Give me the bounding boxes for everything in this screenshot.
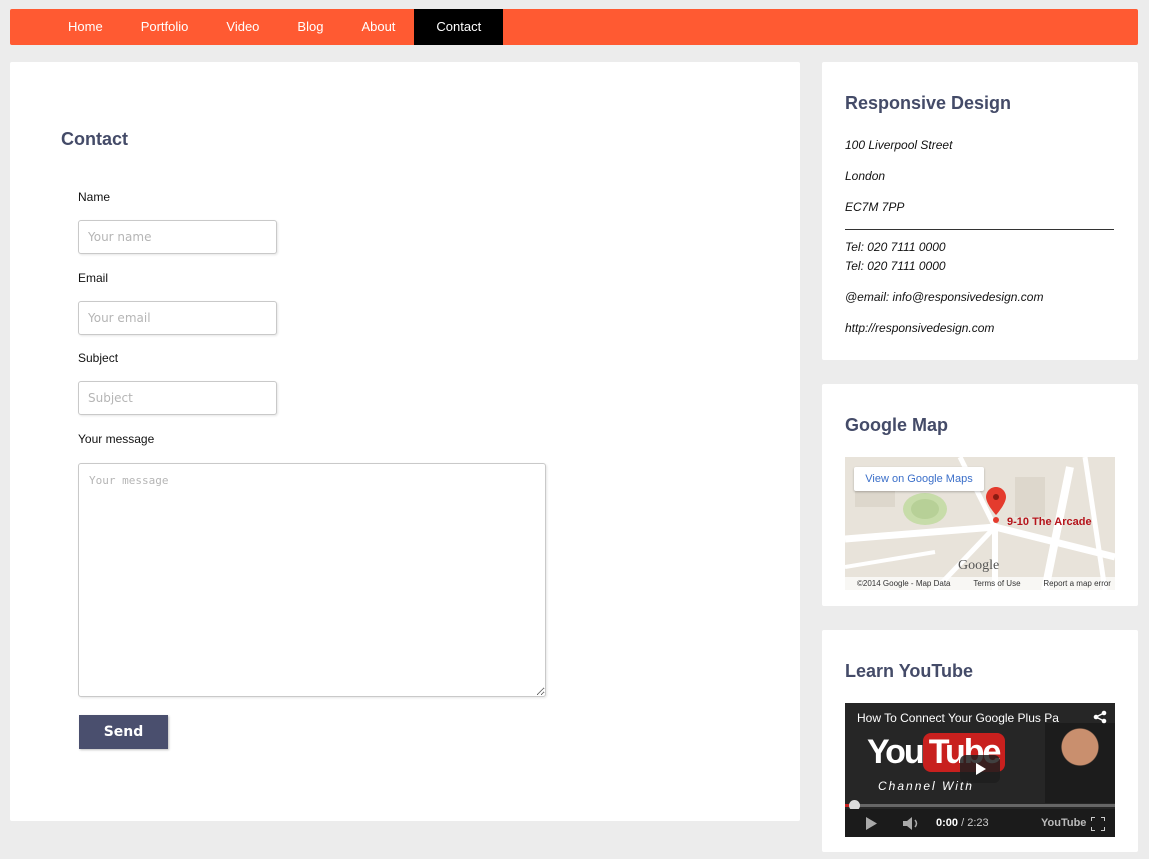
subject-input[interactable] [78, 381, 277, 415]
send-button[interactable]: Send [79, 715, 168, 749]
postcode: EC7M 7PP [845, 200, 905, 214]
video-time: 0:00 / 2:23 [936, 809, 989, 837]
view-on-google-maps-link[interactable]: View on Google Maps [854, 467, 984, 491]
video-title[interactable]: How To Connect Your Google Plus Pa [857, 711, 1085, 725]
telephone-1: Tel: 020 7111 0000 [845, 240, 946, 254]
contact-card: Contact Name Email Subject Your message … [10, 62, 800, 821]
google-map-title: Google Map [845, 415, 948, 435]
map-pin-label: 9-10 The Arcade [1007, 516, 1092, 528]
contact-title: Contact [61, 129, 128, 149]
responsive-design-card: Responsive Design 100 Liverpool Street L… [822, 62, 1138, 360]
nav-item-about[interactable]: About [342, 9, 414, 45]
email-input[interactable] [78, 301, 277, 335]
fullscreen-icon[interactable] [1091, 817, 1105, 831]
youtube-card: Learn YouTube You Tube Channel With How T… [822, 630, 1138, 852]
share-icon[interactable] [1093, 710, 1107, 724]
nav-item-contact[interactable]: Contact [414, 9, 504, 45]
volume-icon[interactable] [903, 817, 921, 830]
telephone-2: Tel: 020 7111 0000 [845, 259, 946, 273]
learn-youtube-title: Learn YouTube [845, 661, 974, 681]
youtube-video-embed[interactable]: You Tube Channel With How To Connect Your… [845, 703, 1115, 837]
youtube-brand-link[interactable]: YouTube [1041, 809, 1086, 837]
video-total-time: / 2:23 [961, 817, 989, 829]
responsive-design-title: Responsive Design [845, 93, 1012, 113]
video-play-button[interactable] [960, 755, 1000, 783]
map-terms-link[interactable]: Terms of Use [973, 577, 1020, 590]
nav-item-home[interactable]: Home [49, 9, 122, 45]
message-label: Your message [78, 432, 155, 446]
map-copyright: ©2014 Google - Map Data [857, 579, 951, 588]
name-input[interactable] [78, 220, 277, 254]
video-channel-text: Channel With [878, 779, 974, 793]
subject-label: Subject [78, 351, 119, 365]
google-map-card: Google Map View on Google Maps 9-10 The … [822, 384, 1138, 606]
address-line-2: London [845, 169, 886, 183]
nav-item-video[interactable]: Video [207, 9, 278, 45]
play-icon[interactable] [865, 817, 877, 830]
map-footer: ©2014 Google - Map Data Terms of Use Rep… [845, 577, 1115, 590]
nav-item-blog[interactable]: Blog [278, 9, 342, 45]
address-line-1: 100 Liverpool Street [845, 138, 953, 152]
video-controls: 0:00 / 2:23 YouTube [845, 809, 1115, 837]
map-pin-icon[interactable] [986, 487, 1006, 523]
website-link[interactable]: http://responsivedesign.com [845, 321, 994, 335]
info-divider [845, 229, 1114, 230]
video-current-time: 0:00 [936, 817, 959, 829]
map-report-link[interactable]: Report a map error [1043, 577, 1111, 590]
top-navigation: Home Portfolio Video Blog About Contact [10, 9, 1138, 45]
video-progress-bar[interactable] [845, 804, 1115, 807]
map-embed[interactable]: View on Google Maps 9-10 The Arcade Goog… [845, 457, 1115, 590]
google-map-logo: Google [958, 558, 1000, 573]
nav-list: Home Portfolio Video Blog About Contact [49, 9, 504, 45]
nav-item-portfolio[interactable]: Portfolio [122, 9, 208, 45]
email-address[interactable]: @email: info@responsivedesign.com [845, 290, 1043, 304]
name-label: Name [78, 190, 111, 204]
message-textarea[interactable] [78, 463, 546, 697]
video-presenter-image [1045, 723, 1115, 803]
email-label: Email [78, 271, 109, 285]
